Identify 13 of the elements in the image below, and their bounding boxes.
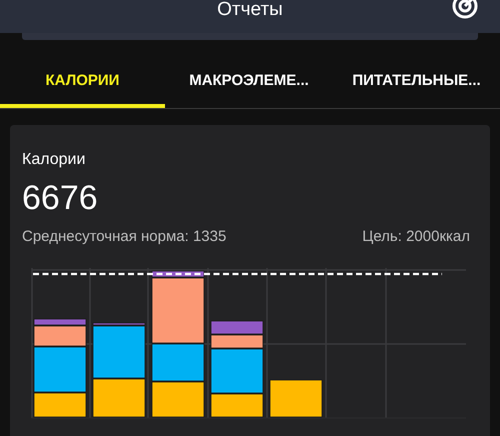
tab[interactable]: КАЛОРИИ: [0, 56, 165, 108]
card-title: Калории: [22, 151, 86, 169]
target-icon[interactable]: [452, 0, 478, 19]
screen-title: Отчеты: [217, 0, 283, 20]
bar-segment: [92, 378, 146, 418]
bar-segment: [270, 380, 322, 418]
calorie-goal: Цель: 2000ккал: [362, 228, 470, 245]
tab[interactable]: ПИТАТЕЛЬНЫЕ...: [333, 56, 500, 108]
tab[interactable]: МАКРОЭЛЕМЕ...: [165, 56, 333, 108]
bar-segment: [152, 382, 204, 418]
daily-average: Среднесуточная норма: 1335: [22, 228, 226, 245]
calories-total: 6676: [22, 179, 99, 218]
bar-segment: [210, 320, 264, 334]
